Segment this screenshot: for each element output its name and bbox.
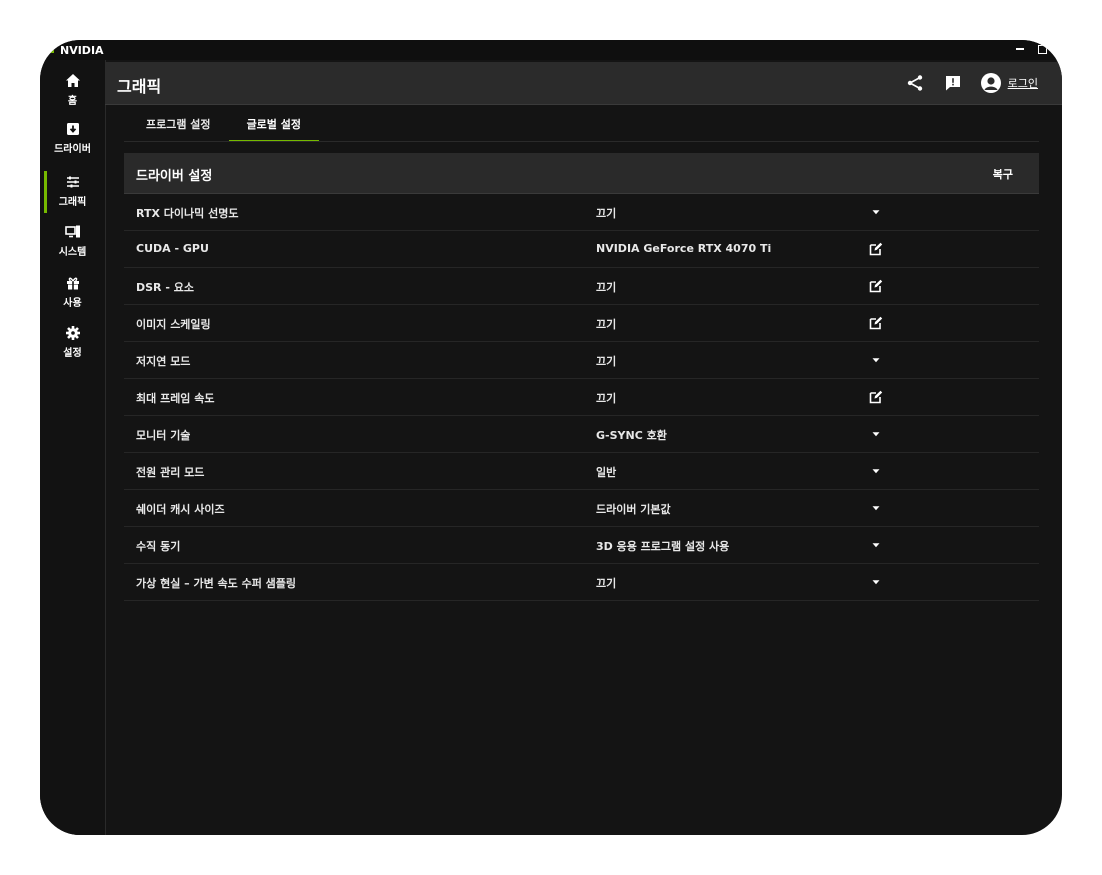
setting-label: 전원 관리 모드 bbox=[136, 466, 205, 479]
sidebar-item-label: 설정 bbox=[63, 348, 82, 359]
edit-icon[interactable] bbox=[868, 389, 884, 405]
setting-value[interactable]: 끄기 bbox=[596, 390, 616, 406]
home-icon bbox=[65, 73, 81, 89]
setting-row[interactable]: 수직 동기 3D 응용 프로그램 설정 사용 bbox=[124, 527, 1039, 564]
app-name: NVIDIA bbox=[60, 43, 104, 57]
title-bar: NVIDIA bbox=[40, 40, 1062, 60]
setting-value[interactable]: 끄기 bbox=[596, 353, 616, 369]
setting-row[interactable]: CUDA - GPU NVIDIA GeForce RTX 4070 Ti bbox=[124, 231, 1039, 268]
setting-row[interactable]: 모니터 기술 G-SYNC 호환 bbox=[124, 416, 1039, 453]
graphics-sliders-icon bbox=[65, 174, 81, 190]
sidebar-item-graphics[interactable]: 그래픽 bbox=[40, 167, 105, 215]
app-window: NVIDIA 홈 드라이버 그래픽 시스템 사용 설정 그래픽 로그인 프로그램… bbox=[40, 40, 1062, 835]
gift-icon bbox=[65, 275, 81, 291]
setting-label: RTX 다이나믹 선명도 bbox=[136, 207, 239, 220]
login-button[interactable]: 로그인 bbox=[980, 72, 1038, 94]
sidebar-item-redeem[interactable]: 사용 bbox=[40, 268, 105, 316]
sidebar-item-label: 그래픽 bbox=[58, 197, 87, 208]
window-controls bbox=[1014, 43, 1048, 55]
tab-divider bbox=[124, 141, 1039, 142]
restore-button[interactable]: 복구 bbox=[993, 166, 1013, 182]
sidebar: 홈 드라이버 그래픽 시스템 사용 설정 bbox=[40, 60, 106, 835]
setting-label: CUDA - GPU bbox=[136, 242, 209, 255]
setting-value[interactable]: 끄기 bbox=[596, 575, 616, 591]
share-icon[interactable] bbox=[904, 72, 926, 94]
sidebar-item-settings[interactable]: 설정 bbox=[40, 318, 105, 366]
driver-icon bbox=[65, 121, 81, 137]
setting-value[interactable]: 끄기 bbox=[596, 316, 616, 332]
setting-row[interactable]: DSR - 요소 끄기 bbox=[124, 268, 1039, 305]
setting-label: 이미지 스케일링 bbox=[136, 318, 211, 331]
setting-label: 수직 동기 bbox=[136, 540, 181, 553]
setting-label: 최대 프레임 속도 bbox=[136, 392, 215, 405]
dropdown-arrow-icon[interactable] bbox=[868, 352, 884, 368]
dropdown-arrow-icon[interactable] bbox=[868, 204, 884, 220]
setting-row[interactable]: 이미지 스케일링 끄기 bbox=[124, 305, 1039, 342]
gear-icon bbox=[65, 325, 81, 341]
edit-icon[interactable] bbox=[868, 278, 884, 294]
setting-value[interactable]: 끄기 bbox=[596, 205, 616, 221]
minimize-icon[interactable] bbox=[1014, 43, 1026, 55]
setting-value[interactable]: 3D 응용 프로그램 설정 사용 bbox=[596, 538, 729, 554]
setting-row[interactable]: 최대 프레임 속도 끄기 bbox=[124, 379, 1039, 416]
maximize-icon[interactable] bbox=[1036, 43, 1048, 55]
sidebar-item-label: 사용 bbox=[63, 298, 82, 309]
tab-global-settings[interactable]: 글로벌 설정 bbox=[228, 112, 319, 142]
setting-label: 쉐이더 캐시 사이즈 bbox=[136, 503, 225, 516]
dropdown-arrow-icon[interactable] bbox=[868, 426, 884, 442]
sidebar-item-system[interactable]: 시스템 bbox=[40, 217, 105, 265]
sidebar-item-label: 시스템 bbox=[58, 247, 87, 258]
settings-tabs: 프로그램 설정 글로벌 설정 bbox=[128, 112, 319, 142]
panel-title: 드라이버 설정 bbox=[136, 169, 213, 184]
setting-value[interactable]: 드라이버 기본값 bbox=[596, 501, 671, 517]
setting-row[interactable]: 저지연 모드 끄기 bbox=[124, 342, 1039, 379]
panel-header: 드라이버 설정 복구 bbox=[124, 153, 1039, 194]
setting-row[interactable]: 쉐이더 캐시 사이즈 드라이버 기본값 bbox=[124, 490, 1039, 527]
driver-settings-panel: 드라이버 설정 복구 RTX 다이나믹 선명도 끄기 CUDA - GPU NVIDI… bbox=[124, 153, 1039, 601]
page-title: 그래픽 bbox=[117, 77, 162, 96]
nvidia-logo-icon bbox=[48, 47, 54, 53]
setting-value[interactable]: 끄기 bbox=[596, 279, 616, 295]
tab-program-settings[interactable]: 프로그램 설정 bbox=[128, 112, 229, 142]
avatar-icon bbox=[980, 73, 1001, 93]
setting-row[interactable]: 가상 현실 – 가변 속도 수퍼 샘플링 끄기 bbox=[124, 564, 1039, 601]
system-icon bbox=[64, 224, 81, 240]
header-actions: 로그인 bbox=[904, 72, 1038, 94]
dropdown-arrow-icon[interactable] bbox=[868, 574, 884, 590]
setting-label: 저지연 모드 bbox=[136, 355, 191, 368]
setting-label: 가상 현실 – 가변 속도 수퍼 샘플링 bbox=[136, 577, 297, 590]
setting-row[interactable]: RTX 다이나믹 선명도 끄기 bbox=[124, 194, 1039, 231]
edit-icon[interactable] bbox=[868, 315, 884, 331]
edit-icon[interactable] bbox=[868, 241, 884, 257]
setting-value[interactable]: 일반 bbox=[596, 464, 616, 480]
dropdown-arrow-icon[interactable] bbox=[868, 537, 884, 553]
setting-value[interactable]: G-SYNC 호환 bbox=[596, 427, 667, 443]
dropdown-arrow-icon[interactable] bbox=[868, 463, 884, 479]
setting-row[interactable]: 전원 관리 모드 일반 bbox=[124, 453, 1039, 490]
page-header: 그래픽 로그인 bbox=[105, 62, 1062, 105]
settings-list: RTX 다이나믹 선명도 끄기 CUDA - GPU NVIDIA GeForce R… bbox=[124, 194, 1039, 601]
sidebar-item-home[interactable]: 홈 bbox=[40, 66, 105, 114]
sidebar-item-label: 드라이버 bbox=[54, 144, 91, 155]
feedback-icon[interactable] bbox=[942, 72, 964, 94]
sidebar-item-driver[interactable]: 드라이버 bbox=[40, 114, 105, 162]
dropdown-arrow-icon[interactable] bbox=[868, 500, 884, 516]
brand: NVIDIA bbox=[48, 43, 104, 57]
setting-label: DSR - 요소 bbox=[136, 281, 194, 294]
login-label: 로그인 bbox=[1007, 77, 1038, 90]
sidebar-item-label: 홈 bbox=[67, 96, 78, 107]
setting-label: 모니터 기술 bbox=[136, 429, 191, 442]
setting-value[interactable]: NVIDIA GeForce RTX 4070 Ti bbox=[596, 242, 771, 255]
